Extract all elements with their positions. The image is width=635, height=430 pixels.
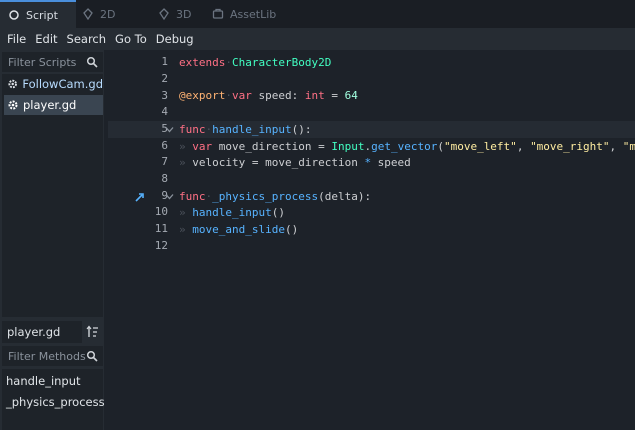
type-name: CharacterBody2D (231, 56, 332, 69)
string: "move (622, 140, 635, 153)
type-keyword: int (304, 89, 325, 102)
identifier: move_direction = (212, 140, 332, 153)
function-name: get_vector (371, 140, 438, 153)
string: "move_right" (530, 140, 610, 153)
function-name: _physics_process (212, 190, 319, 203)
tab-2d[interactable]: 2D (82, 0, 142, 28)
code-line-11: » move_and_slide() (179, 223, 299, 236)
keyword: var (192, 140, 213, 153)
tab-assetlib[interactable]: AssetLib (212, 0, 282, 28)
line-number: 8 (161, 172, 168, 185)
search-icon (86, 350, 98, 362)
punctuation: (): (291, 123, 312, 136)
filter-placeholder: Filter Scripts (8, 55, 77, 69)
function-name: handle_input (212, 123, 292, 136)
identifier: speed (371, 156, 411, 169)
line-number: 12 (154, 239, 168, 252)
code-line-7: » velocity = move_direction * speed (179, 156, 411, 169)
tab-label: 3D (176, 7, 192, 21)
keyword: func (179, 190, 206, 203)
filter-placeholder: Filter Methods (8, 349, 86, 363)
method-list: handle_input _physics_process (2, 369, 105, 430)
string: "move_left" (443, 140, 517, 153)
number: 64 (344, 89, 358, 102)
punctuation: ( (437, 140, 444, 153)
line-number: 7 (161, 155, 168, 168)
tab-label: 2D (100, 7, 116, 21)
current-script-label: player.gd (2, 321, 82, 343)
punctuation: , (516, 140, 531, 153)
filter-methods-input[interactable]: Filter Methods (2, 346, 103, 366)
line-number: 10 (154, 205, 168, 218)
line-number: 1 (161, 55, 168, 68)
sort-icon[interactable] (86, 325, 100, 339)
tab-label: Script (26, 8, 58, 22)
code-line-6: » var move_direction = Input.get_vector(… (179, 138, 635, 155)
punctuation: () (284, 223, 299, 236)
type-name: Input (331, 140, 365, 153)
method-item[interactable]: handle_input (6, 374, 81, 388)
line-number: 6 (161, 139, 168, 152)
code-line-5: func·handle_input(): (179, 123, 312, 136)
identifier: velocity = move_direction (192, 156, 365, 169)
operator: = (324, 89, 345, 102)
line-number: 5 (161, 122, 168, 135)
tab-script[interactable]: Script (0, 0, 76, 28)
keyword: extends (179, 56, 226, 69)
script-name: player.gd (23, 98, 77, 112)
gear-icon (8, 100, 18, 110)
line-number: 4 (161, 105, 168, 118)
main-screen-tabs: Script 2D 3D AssetLib (0, 0, 635, 28)
function-call: move_and_slide (192, 223, 285, 236)
2d-node-icon (83, 8, 93, 20)
punctuation: (delta): (318, 190, 372, 203)
code-line-1: extends·CharacterBody2D (179, 56, 332, 69)
method-item[interactable]: _physics_process (6, 395, 105, 409)
gear-icon (8, 79, 17, 89)
script-item[interactable]: FollowCam.gd (4, 74, 103, 94)
menu-search[interactable]: Search (67, 32, 107, 46)
line-number: 3 (161, 89, 168, 102)
script-side-panel: Filter Scripts FollowCam.gd player.gd pl… (0, 50, 105, 430)
override-method-icon[interactable] (134, 191, 146, 203)
menu-file[interactable]: File (7, 32, 26, 46)
punctuation: , (609, 140, 623, 153)
script-menu-bar: File Edit Search Go To Debug (0, 28, 635, 50)
line-number: 11 (154, 222, 168, 235)
menu-edit[interactable]: Edit (35, 32, 57, 46)
script-icon (9, 10, 19, 20)
code-line-3: @export·var speed: int = 64 (179, 89, 358, 102)
script-list: FollowCam.gd player.gd (2, 74, 103, 317)
identifier: speed: (251, 89, 305, 102)
keyword: var (231, 89, 252, 102)
function-call: handle_input (192, 206, 272, 219)
filter-scripts-input[interactable]: Filter Scripts (2, 52, 103, 72)
search-icon (86, 56, 98, 68)
fold-arrow-icon[interactable] (165, 192, 174, 201)
fold-arrow-icon[interactable] (165, 125, 174, 134)
code-line-10: » handle_input() (179, 206, 285, 219)
line-number: 2 (161, 72, 168, 85)
tab-label: AssetLib (230, 7, 277, 21)
tab-3d[interactable]: 3D (158, 0, 208, 28)
punctuation: () (271, 206, 285, 219)
menu-debug[interactable]: Debug (156, 32, 194, 46)
script-item-selected[interactable]: player.gd (4, 95, 103, 115)
code-line-9: func·_physics_process(delta): (179, 190, 372, 203)
code-editor[interactable]: 1 2 3 4 5 6 7 8 9 10 11 12 extends·Chara… (108, 50, 635, 430)
assetlib-icon (212, 8, 224, 19)
3d-node-icon (159, 8, 169, 20)
annotation: @export (179, 89, 226, 102)
script-name: FollowCam.gd (22, 77, 103, 91)
keyword: func (179, 123, 206, 136)
menu-go-to[interactable]: Go To (115, 32, 147, 46)
